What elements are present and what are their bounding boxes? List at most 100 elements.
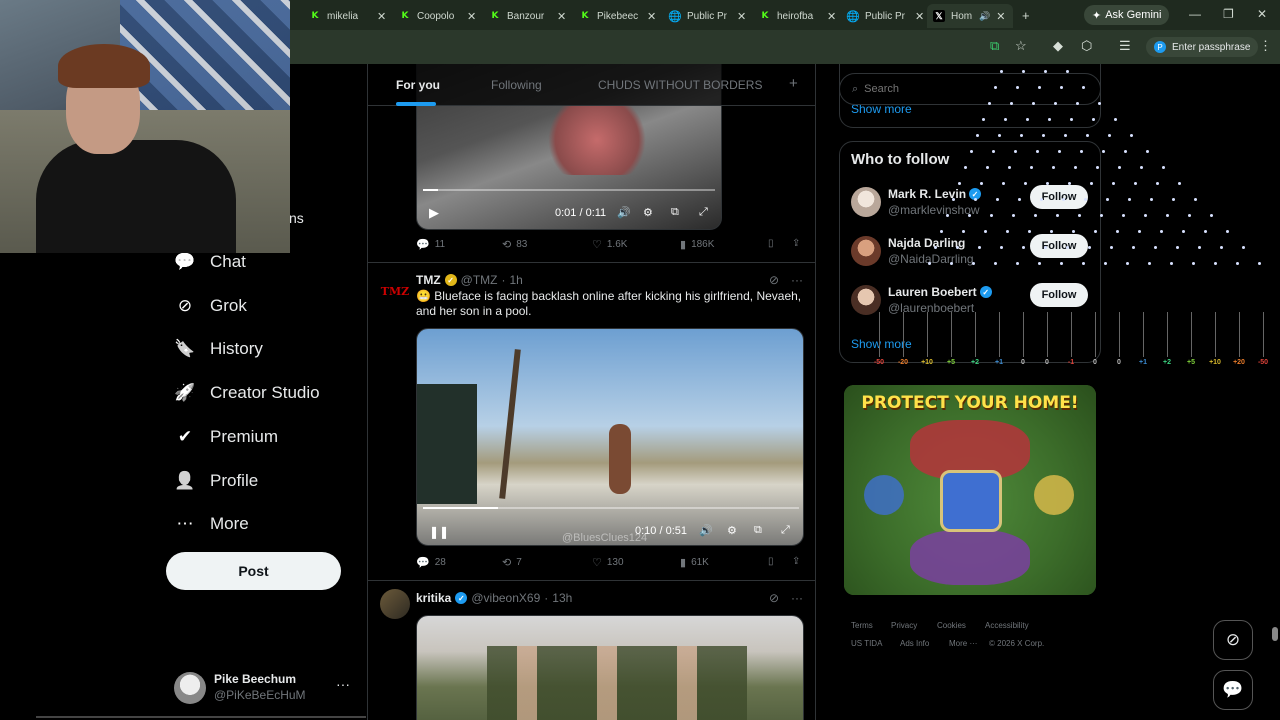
tab-close-icon[interactable]: ✕	[467, 10, 476, 23]
video-progress-track[interactable]	[423, 507, 799, 509]
passphrase-button[interactable]: P Enter passphrase	[1146, 37, 1259, 57]
settings-icon[interactable]: ⚙	[727, 524, 737, 537]
nav-item-creator-studio[interactable]: 🚀 Creator Studio	[174, 378, 319, 408]
repost-button[interactable]: ⟲ 83	[502, 238, 527, 251]
tab-chuds-without-borders[interactable]: CHUDS WITHOUT BORDERS	[598, 78, 762, 92]
page-scrollbar[interactable]	[1272, 627, 1278, 641]
puzzle-icon[interactable]: ⬡	[1081, 38, 1092, 54]
post-button[interactable]: Post	[166, 552, 341, 590]
volume-icon[interactable]: 🔊	[617, 206, 631, 219]
extension-icon[interactable]: ◆	[1053, 38, 1063, 54]
fullscreen-icon[interactable]: ⤢	[699, 206, 708, 219]
follow-button[interactable]: Follow	[1030, 234, 1088, 258]
nav-item-more[interactable]: ⋯ More	[174, 509, 249, 539]
nav-item-premium[interactable]: ✔ Premium	[174, 422, 278, 452]
bookmark-icon[interactable]: ▯	[768, 556, 774, 567]
post-author[interactable]: TMZ	[416, 273, 441, 287]
who-to-follow-item[interactable]: Najda Darling @NaidaDarrling Follow	[851, 234, 1091, 276]
new-tab-button[interactable]: +	[1022, 8, 1030, 23]
minimize-icon[interactable]: —	[1189, 7, 1201, 21]
post-time[interactable]: 1h	[510, 273, 523, 287]
messages-fab-button[interactable]: 💬	[1213, 670, 1253, 710]
dock-icon[interactable]: ⧉	[754, 524, 762, 537]
nav-item-profile[interactable]: 👤 Profile	[174, 466, 258, 496]
browser-tab[interactable]: K Banzour ✕	[483, 4, 567, 28]
views-button[interactable]: ▮ 61K	[680, 556, 709, 569]
share-icon[interactable]: ⇪	[792, 556, 800, 567]
browser-tab[interactable]: 𝕏 Hom 🔊 ✕	[927, 4, 1013, 28]
reply-button[interactable]: 💬 11	[416, 238, 445, 251]
suggestion-avatar[interactable]	[851, 236, 881, 266]
tab-close-icon[interactable]: ✕	[377, 10, 386, 23]
post-2-video[interactable]: @BluesClues124 ❚❚ 0:10 / 0:51 🔊 ⚙ ⧉ ⤢	[416, 328, 804, 546]
dock-icon[interactable]: ⧉	[671, 206, 679, 219]
tab-audio-icon[interactable]: 🔊	[979, 11, 990, 22]
browser-tab[interactable]: 🌐 Public Pr ✕	[841, 4, 925, 28]
search-box[interactable]: ⌕	[839, 73, 1101, 105]
grok-icon[interactable]: ⊘	[769, 591, 779, 605]
share-icon[interactable]: ⇪	[792, 238, 800, 249]
like-button[interactable]: ♡ 130	[592, 556, 624, 569]
play-icon[interactable]: ▶	[429, 205, 439, 221]
who-to-follow-item[interactable]: Mark R. Levin ✓ @marklevinshow Follow	[851, 185, 1091, 227]
tab-close-icon[interactable]: ✕	[737, 10, 746, 23]
post-handle[interactable]: @TMZ	[461, 273, 498, 287]
nav-item-history[interactable]: 🔖 History	[174, 334, 263, 364]
suggestion-avatar[interactable]	[851, 187, 881, 217]
follow-button[interactable]: Follow	[1030, 283, 1088, 307]
volume-icon[interactable]: 🔊	[699, 524, 713, 537]
repost-button[interactable]: ⟲ 7	[502, 556, 522, 569]
suggestion-name[interactable]: Najda Darling	[888, 236, 965, 250]
browser-menu-icon[interactable]: ⋮	[1259, 38, 1272, 54]
footer-link[interactable]: Ads Info	[900, 639, 929, 648]
close-window-icon[interactable]: ✕	[1257, 7, 1267, 21]
bookmark-star-icon[interactable]: ☆	[1015, 38, 1027, 54]
post-more-icon[interactable]: ···	[791, 273, 803, 287]
kritika-avatar[interactable]	[380, 589, 410, 619]
nav-item-grok[interactable]: ⊘ Grok	[174, 291, 247, 321]
post-more-icon[interactable]: ···	[791, 591, 803, 605]
tab-close-icon[interactable]: ✕	[827, 10, 836, 23]
account-more-icon[interactable]: ···	[336, 676, 350, 692]
settings-icon[interactable]: ⚙	[643, 206, 653, 219]
bookmark-icon[interactable]: ▯	[768, 238, 774, 249]
post-3-video[interactable]	[416, 615, 804, 720]
views-button[interactable]: ▮ 186K	[680, 238, 714, 251]
restore-icon[interactable]: ❐	[1223, 7, 1234, 21]
browser-tab[interactable]: 🌐 Public Pr ✕	[663, 4, 747, 28]
account-switcher[interactable]: Pike Beechum @PiKeBeEcHuM ···	[174, 670, 354, 710]
footer-link[interactable]: Terms	[851, 621, 873, 630]
who-to-follow-item[interactable]: Lauren Boebert ✓ @laurenboebert Follow	[851, 283, 1091, 325]
cast-icon[interactable]: ⧉	[990, 38, 999, 54]
tab-following[interactable]: Following	[491, 78, 542, 92]
tab-for-you[interactable]: For you	[396, 78, 440, 92]
video-progress-track[interactable]	[423, 189, 715, 191]
grok-fab-button[interactable]: ⊘	[1213, 620, 1253, 660]
ad-banner[interactable]: PROTECT YOUR HOME!	[844, 385, 1096, 595]
tab-close-icon[interactable]: ✕	[915, 10, 924, 23]
ask-gemini-button[interactable]: ✦ Ask Gemini	[1084, 5, 1170, 25]
tab-close-icon[interactable]: ✕	[996, 10, 1005, 23]
footer-link[interactable]: Privacy	[891, 621, 917, 630]
fullscreen-icon[interactable]: ⤢	[781, 524, 790, 537]
footer-link[interactable]: Accessibility	[985, 621, 1029, 630]
footer-link[interactable]: US TIDA	[851, 639, 882, 648]
browser-tab[interactable]: Kmikelia ✕	[303, 4, 387, 28]
tab-close-icon[interactable]: ✕	[647, 10, 656, 23]
post-author[interactable]: kritika	[416, 591, 451, 605]
grok-icon[interactable]: ⊘	[769, 273, 779, 287]
pause-icon[interactable]: ❚❚	[429, 525, 449, 539]
suggestion-name[interactable]: Lauren Boebert	[888, 285, 977, 299]
browser-tab[interactable]: K Pikebeec ✕	[573, 4, 657, 28]
suggestion-avatar[interactable]	[851, 285, 881, 315]
browser-tab[interactable]: Kheirofba ✕	[753, 4, 837, 28]
post-time[interactable]: 13h	[552, 591, 572, 605]
follow-button[interactable]: Follow	[1030, 185, 1088, 209]
tab-close-icon[interactable]: ✕	[557, 10, 566, 23]
media-control-icon[interactable]: ☰	[1119, 38, 1131, 54]
nav-item-notifications-partial[interactable]: ns	[289, 210, 304, 226]
browser-tab[interactable]: K Coopolo ✕	[393, 4, 477, 28]
reply-button[interactable]: 💬 28	[416, 556, 446, 569]
post-handle[interactable]: @vibeonX69	[471, 591, 540, 605]
search-input[interactable]	[864, 83, 1085, 95]
